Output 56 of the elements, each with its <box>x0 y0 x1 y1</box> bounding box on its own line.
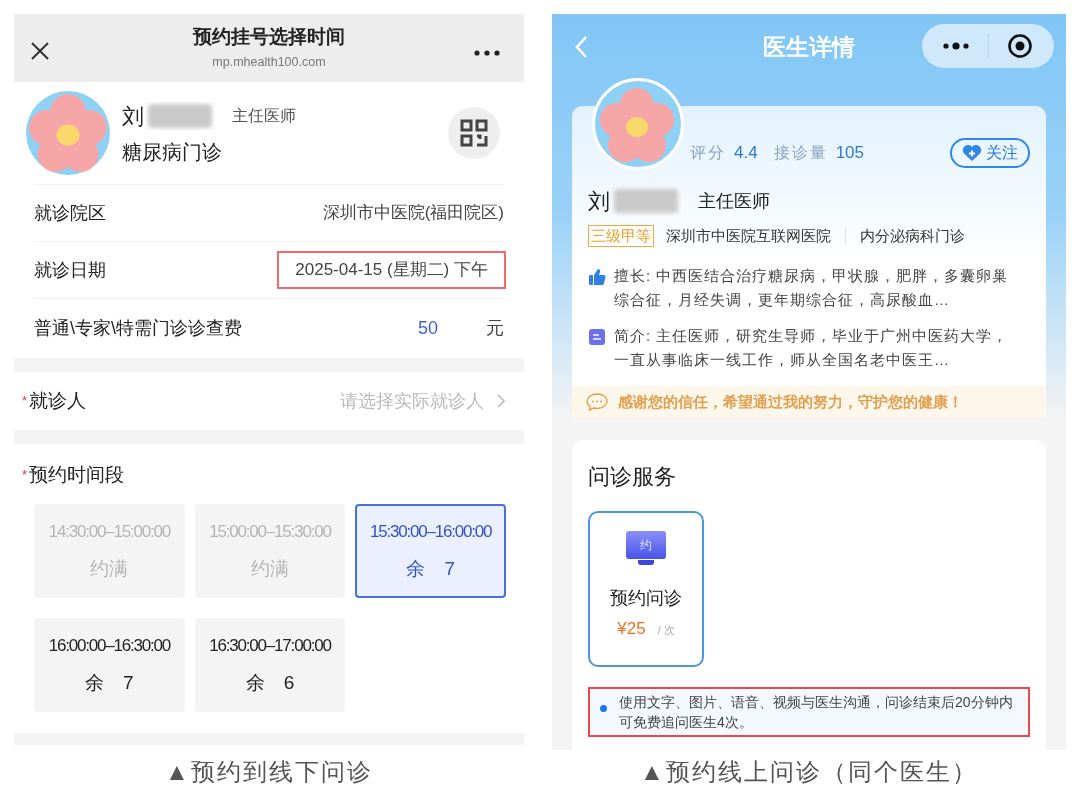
time-slot[interactable]: 16:00:00–16:30:00 余 7 <box>34 618 185 712</box>
required-mark: * <box>22 392 28 411</box>
doctor-title: 主任医师 <box>232 106 296 126</box>
follow-button[interactable]: 关注 <box>950 138 1030 168</box>
field-label: 就诊日期 <box>34 258 106 282</box>
blurred-redaction <box>148 104 212 128</box>
stat-value: 105 <box>835 142 864 165</box>
bio-paragraph: 简介: 主任医师，研究生导师，毕业于广州中医药大学，一直从事临床一线工作，师从全国名老中医王… <box>614 326 1010 370</box>
bio-paragraph: 擅长: 中西医结合治疗糖尿病，甲状腺，肥胖，多囊卵巢综合征，月经失调，更年期综合征，高尿酸血… <box>614 266 1010 310</box>
stat-label: 接诊量 <box>773 143 828 163</box>
quote-text: 感谢您的信任，希望通过我的努力，守护您的健康！ <box>618 391 963 412</box>
stat-value: 4.4 <box>734 142 758 165</box>
field-value: 2025-04-15 (星期二) 下午 <box>277 251 506 289</box>
target-icon[interactable] <box>1007 33 1033 59</box>
heart-plus-icon <box>962 144 982 162</box>
chevron-right-icon <box>496 393 506 409</box>
window-title: 预约挂号选择时间 <box>193 24 345 49</box>
service-option[interactable]: 约 预约问诊 ¥25 / 次 <box>588 511 704 667</box>
thumbs-up-icon <box>588 268 606 286</box>
section-title: 问诊服务 <box>588 463 677 491</box>
field-label: 就诊院区 <box>34 201 106 225</box>
clinic-name: 糖尿病门诊 <box>122 139 223 165</box>
note-text: 使用文字、图片、语音、视频与医生沟通，问诊结束后20分钟内可免费追问医生4次。 <box>619 693 1014 732</box>
doctor-name: 刘 <box>588 187 610 216</box>
field-value: 深圳市中医院(福田院区) <box>322 202 504 225</box>
doctor-title: 主任医师 <box>698 189 770 213</box>
caption: ▲预约线上问诊（同个医生） <box>640 757 978 787</box>
close-icon[interactable] <box>29 40 51 62</box>
url-text: mp.mhealth100.com <box>212 53 326 71</box>
window-title: 医生详情 <box>763 32 855 62</box>
hospital-name: 深圳市中医院互联网医院 <box>666 225 831 246</box>
time-slot[interactable]: 15:30:00–16:00:00 余 7 <box>355 504 506 598</box>
qr-code-icon <box>459 118 489 148</box>
grade-badge: 三级甲等 <box>588 225 654 247</box>
unit-text: / 次 <box>657 623 675 638</box>
section-title: 预约时间段 <box>29 462 125 487</box>
required-mark: * <box>22 466 28 485</box>
doctor-name: 刘 <box>122 102 144 131</box>
document-icon <box>588 328 606 346</box>
placeholder-text: 请选择实际就诊人 <box>340 389 484 413</box>
field-label: 普通\专家\特需门诊诊查费 <box>34 317 243 340</box>
qr-code-button[interactable] <box>448 107 500 159</box>
blurred-redaction <box>614 189 678 213</box>
field-label: 就诊人 <box>29 388 88 413</box>
more-icon[interactable] <box>942 42 970 50</box>
stat-label: 评分 <box>690 143 726 163</box>
fee-unit: 元 <box>486 317 504 340</box>
bullet-icon <box>600 705 607 712</box>
chat-bubble-icon <box>586 393 608 411</box>
fee-amount: 50 <box>417 317 438 340</box>
time-slot[interactable]: 16:30:00–17:00:00 余 6 <box>194 618 346 712</box>
more-icon[interactable] <box>474 50 500 56</box>
department-name: 内分泌病科门诊 <box>860 225 965 246</box>
price-text: ¥25 <box>617 618 646 640</box>
caption: ▲预约到线下问诊 <box>165 757 373 787</box>
patient-selector[interactable]: *就诊人 请选择实际就诊人 <box>14 372 524 430</box>
